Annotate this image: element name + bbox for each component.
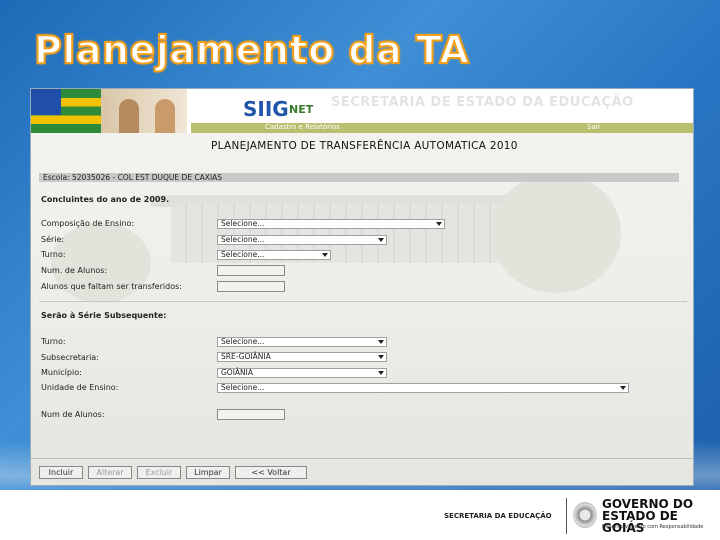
voltar-button[interactable]: << Voltar [235, 466, 307, 479]
label-num-alunos-2: Num de Alunos: [41, 410, 105, 419]
divider [39, 301, 687, 302]
label-turno-2: Turno: [41, 337, 66, 346]
slide-title: Planejamento da TA [33, 27, 470, 73]
label-unidade: Unidade de Ensino: [41, 383, 119, 392]
goias-flag [31, 89, 101, 133]
composicao-select[interactable]: Selecione... [217, 219, 445, 229]
unidade-select[interactable]: Selecione... [217, 383, 629, 393]
section-concluintes: Concluintes do ano de 2009. [41, 195, 170, 204]
turno-2-select[interactable]: Selecione... [217, 337, 387, 347]
incluir-button[interactable]: Incluir [39, 466, 83, 479]
chevron-down-icon [378, 238, 384, 242]
menu-sair[interactable]: Sair [587, 123, 601, 131]
chevron-down-icon [322, 253, 328, 257]
serie-value: Selecione... [221, 235, 265, 244]
excluir-button[interactable]: Excluir [137, 466, 181, 479]
escola-bar: Escola: 52035026 - COL EST DUQUE DE CAXI… [39, 173, 679, 182]
footer-divider [566, 498, 567, 534]
turno-2-value: Selecione... [221, 337, 265, 346]
student-figure [119, 99, 139, 133]
label-subsecretaria: Subsecretaria: [41, 353, 99, 362]
menu-bar: Cadastro e Relatórios Sair [191, 123, 693, 133]
siignet-logo-net: NET [289, 103, 314, 116]
subsecretaria-select[interactable]: SRE-GOIÂNIA [217, 352, 387, 362]
tree-image [491, 173, 621, 293]
chevron-down-icon [378, 340, 384, 344]
goias-seal-icon [573, 502, 597, 528]
footer-secretaria: SECRETARIA DA EDUCAÇÃO [444, 512, 552, 520]
slide-footer: SECRETARIA DA EDUCAÇÃO GOVERNO DO ESTADO… [0, 490, 720, 540]
alterar-button[interactable]: Alterar [88, 466, 132, 479]
app-header: SIIG NET SECRETARIA DE ESTADO DA EDUCAÇÃ… [31, 89, 693, 133]
chevron-down-icon [378, 371, 384, 375]
footer-gov-line3: Desenvolvimento com Responsabilidade [602, 524, 704, 530]
chevron-down-icon [436, 222, 442, 226]
num-alunos-field[interactable] [217, 265, 285, 276]
turno-value: Selecione... [221, 250, 265, 259]
escola-label: Escola: 52035026 - COL EST DUQUE DE CAXI… [43, 173, 223, 182]
label-turno: Turno: [41, 250, 66, 259]
app-window: SIIG NET SECRETARIA DE ESTADO DA EDUCAÇÃ… [30, 88, 694, 486]
students-photo [101, 89, 187, 133]
logo-text: SIIG [243, 97, 289, 121]
section-serao: Serão à Série Subsequente: [41, 311, 167, 320]
label-num-alunos: Num. de Alunos: [41, 266, 108, 275]
chevron-down-icon [620, 386, 626, 390]
header-secretaria-text: SECRETARIA DE ESTADO DA EDUCAÇÃO [331, 95, 634, 110]
label-composicao: Composição de Ensino: [41, 219, 135, 228]
num-alunos-2-field[interactable] [217, 409, 285, 420]
unidade-value: Selecione... [221, 383, 265, 392]
label-alunos-faltam: Alunos que faltam ser transferidos: [41, 282, 182, 291]
label-serie: Série: [41, 235, 65, 244]
footer-gov-line2: ESTADO DE GOIÁS [602, 509, 678, 535]
menu-cadastro-relatorios[interactable]: Cadastro e Relatórios [265, 123, 340, 131]
municipio-select[interactable]: GOIÂNIA [217, 368, 387, 378]
student-figure [155, 99, 175, 133]
siignet-logo: SIIG [243, 97, 289, 121]
button-bar: Incluir Alterar Excluir Limpar << Voltar [31, 458, 693, 485]
subsecretaria-value: SRE-GOIÂNIA [221, 352, 271, 361]
flag-stars [31, 89, 61, 115]
composicao-value: Selecione... [221, 219, 265, 228]
chevron-down-icon [378, 355, 384, 359]
form-title: PLANEJAMENTO DE TRANSFERÊNCIA AUTOMATICA… [211, 140, 518, 152]
municipio-value: GOIÂNIA [221, 368, 254, 377]
serie-select[interactable]: Selecione... [217, 235, 387, 245]
tree-image [51, 223, 151, 303]
alunos-faltam-field[interactable] [217, 281, 285, 292]
label-municipio: Município: [41, 368, 82, 377]
background-photo [31, 133, 693, 485]
turno-select[interactable]: Selecione... [217, 250, 331, 260]
limpar-button[interactable]: Limpar [186, 466, 230, 479]
